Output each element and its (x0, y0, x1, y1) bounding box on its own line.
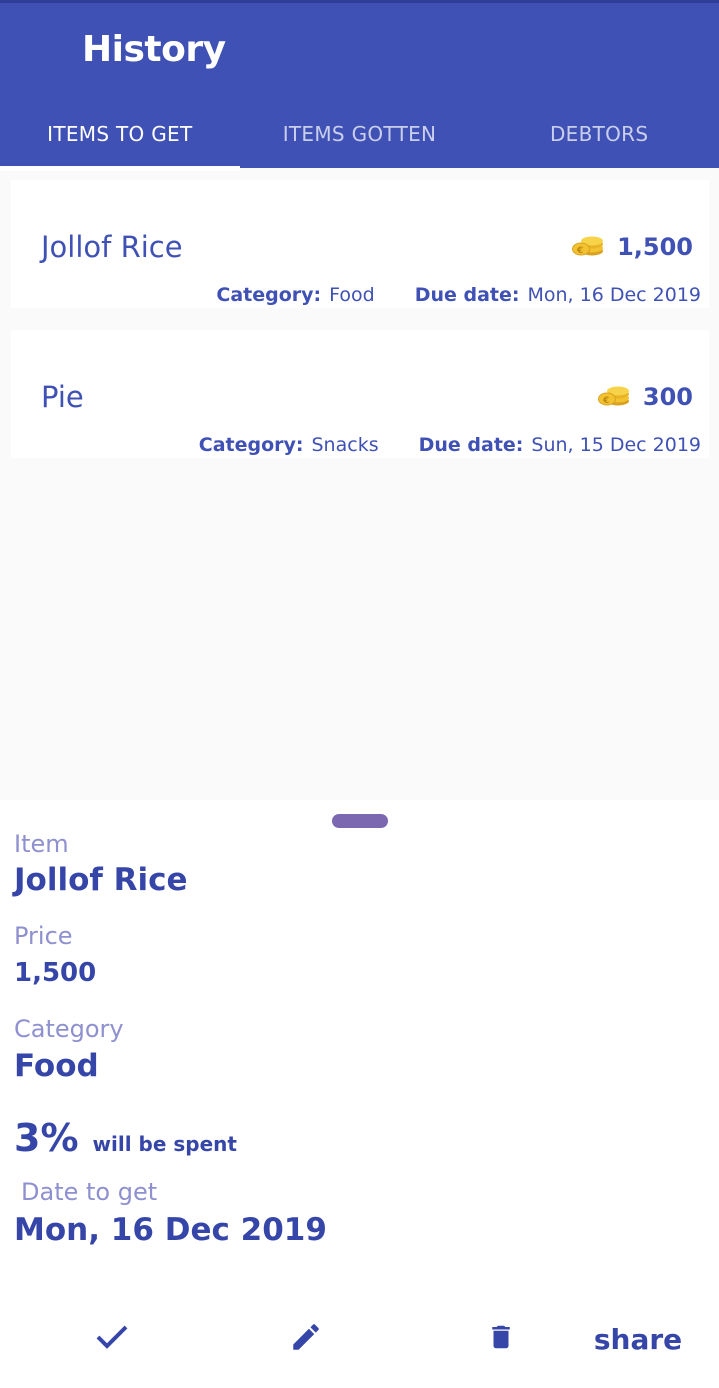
item-card-jollof-rice[interactable]: Jollof Rice € 1,500 Category: Food Due da… (11, 180, 709, 308)
app-bar: History ITEMS TO GET ITEMS GOTTEN DEBTOR… (0, 0, 719, 171)
category-label: Category: (216, 284, 322, 306)
action-bar: share (0, 1308, 719, 1370)
item-name: Jollof Rice (41, 230, 183, 264)
coins-icon: € (597, 382, 631, 412)
delete-button[interactable] (475, 1314, 527, 1364)
item-value: Jollof Rice (14, 862, 188, 898)
item-price: € 1,500 (571, 232, 693, 262)
spend-percentage: 3% will be spent (14, 1116, 237, 1160)
svg-text:€: € (602, 396, 609, 406)
category-label: Category (14, 1015, 124, 1043)
due-date-value: Mon, 16 Dec 2019 (527, 284, 701, 306)
category-value: Food (14, 1048, 99, 1084)
mark-gotten-button[interactable] (86, 1314, 138, 1364)
page-title: History (82, 29, 226, 70)
tab-bar: ITEMS TO GET ITEMS GOTTEN DEBTORS (0, 108, 719, 171)
item-price: € 300 (597, 382, 693, 412)
share-button[interactable]: share (588, 1314, 688, 1364)
due-date-label: Due date: (418, 434, 524, 456)
tab-debtors[interactable]: DEBTORS (479, 108, 719, 171)
date-value: Mon, 16 Dec 2019 (14, 1212, 327, 1248)
category-value: Food (329, 284, 375, 306)
tab-items-to-get[interactable]: ITEMS TO GET (0, 108, 240, 171)
item-price-value: 1,500 (617, 233, 693, 261)
trash-icon (486, 1320, 516, 1358)
item-meta: Category: Food Due date: Mon, 16 Dec 2019 (216, 284, 701, 306)
due-date-label: Due date: (414, 284, 520, 306)
item-meta: Category: Snacks Due date: Sun, 15 Dec 201… (199, 434, 701, 456)
item-label: Item (14, 830, 69, 858)
coins-icon: € (571, 232, 605, 262)
price-label: Price (14, 922, 73, 950)
item-price-value: 300 (642, 383, 693, 411)
edit-button[interactable] (280, 1314, 332, 1364)
category-label: Category: (198, 434, 304, 456)
date-label: Date to get (21, 1178, 158, 1206)
sheet-drag-handle[interactable] (332, 814, 388, 828)
pencil-icon (289, 1320, 323, 1358)
category-value: Snacks (311, 434, 379, 456)
price-value: 1,500 (14, 958, 97, 988)
tab-items-gotten[interactable]: ITEMS GOTTEN (240, 108, 480, 171)
svg-text:€: € (576, 246, 583, 256)
percent-value: 3% (14, 1116, 79, 1160)
due-date-value: Sun, 15 Dec 2019 (531, 434, 701, 456)
detail-bottom-sheet: Item Jollof Rice Price 1,500 Category Fo… (0, 800, 719, 1388)
item-card-pie[interactable]: Pie € 300 Category: Snacks Due date: Sun, … (11, 330, 709, 458)
percent-text: will be spent (92, 1132, 237, 1156)
item-name: Pie (41, 380, 84, 414)
check-icon (95, 1324, 129, 1354)
